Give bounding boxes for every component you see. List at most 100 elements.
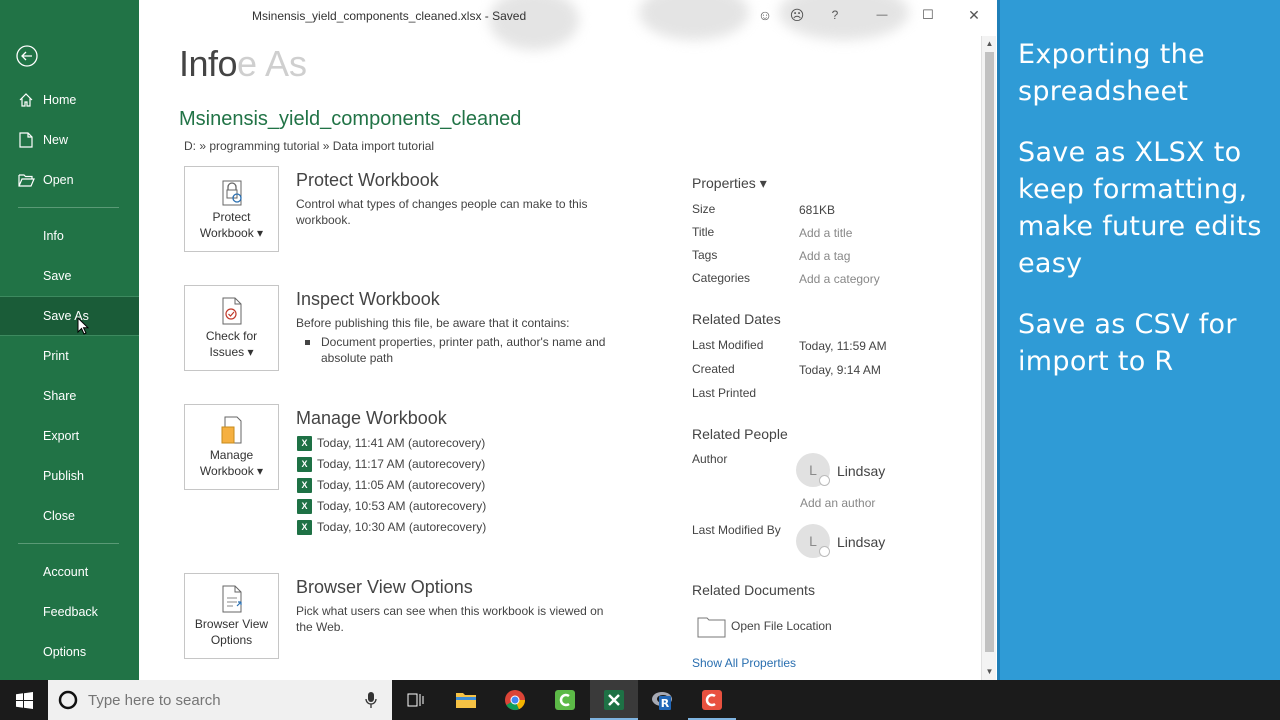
file-name: Msinensis_yield_components_cleaned	[179, 108, 522, 130]
version-item[interactable]: X Today, 11:41 AM (autorecovery)	[297, 433, 485, 453]
new-document-icon	[17, 131, 35, 149]
version-label: Today, 10:53 AM (autorecovery)	[317, 499, 487, 513]
excel-file-icon: X	[297, 477, 312, 493]
window-title: Msinensis_yield_components_cleaned.xlsx …	[252, 9, 527, 23]
modified-by-name[interactable]: Lindsay	[837, 534, 885, 550]
folder-open-icon	[17, 171, 35, 189]
screen-smudge	[489, 0, 579, 50]
version-item[interactable]: X Today, 11:05 AM (autorecovery)	[297, 475, 485, 495]
taskbar-search[interactable]	[48, 680, 392, 720]
inspect-bullet: Document properties, printer path, autho…	[301, 334, 611, 366]
nav-item-account[interactable]: Account	[0, 552, 139, 592]
microphone-icon[interactable]	[365, 691, 377, 709]
maximize-icon[interactable]: ☐	[916, 4, 940, 26]
check-for-issues-button[interactable]: Check for Issues ▾	[184, 285, 279, 371]
title-field[interactable]: Add a title	[799, 226, 852, 240]
button-label: Options	[210, 633, 253, 647]
open-file-location-button[interactable]: Open File Location	[697, 614, 832, 638]
scroll-down-icon[interactable]: ▼	[984, 666, 995, 678]
browser-desc: Pick what users can see when this workbo…	[296, 604, 604, 634]
excel-file-icon: X	[297, 435, 312, 451]
svg-text:R: R	[661, 697, 670, 710]
version-label: Today, 10:30 AM (autorecovery)	[317, 520, 487, 534]
author-name[interactable]: Lindsay	[837, 463, 885, 479]
version-item[interactable]: X Today, 11:17 AM (autorecovery)	[297, 454, 485, 474]
recorder-icon[interactable]	[688, 680, 736, 720]
nav-item-home[interactable]: Home	[0, 80, 139, 120]
frown-feedback-icon[interactable]: ☹	[785, 4, 809, 26]
taskbar: R	[0, 680, 1280, 720]
button-label: Workbook ▾	[199, 464, 264, 478]
button-label: Workbook ▾	[199, 226, 264, 240]
nav-item-info[interactable]: Info	[0, 216, 139, 256]
page-title: Info	[179, 43, 238, 84]
inspect-desc: Before publishing this file, be aware th…	[296, 316, 570, 330]
nav-divider	[18, 543, 119, 544]
windows-icon	[15, 691, 33, 709]
task-view-icon[interactable]	[392, 680, 440, 720]
breadcrumb[interactable]: D: » programming tutorial » Data import …	[184, 139, 434, 153]
lock-icon	[222, 180, 242, 206]
excel-file-icon: X	[297, 498, 312, 514]
screen: Home New Open Info Save Save As Print Sh…	[0, 0, 1280, 720]
camtasia-icon[interactable]	[541, 680, 589, 720]
r-icon[interactable]: R	[639, 680, 687, 720]
search-input[interactable]	[88, 691, 348, 709]
nav-item-publish[interactable]: Publish	[0, 456, 139, 496]
browser-title: Browser View Options	[296, 577, 473, 597]
smile-feedback-icon[interactable]: ☺	[753, 4, 777, 26]
avatar[interactable]: L	[796, 524, 830, 558]
related-dates-heading: Related Dates	[692, 311, 781, 327]
browser-view-options-button[interactable]: Browser View Options	[184, 573, 279, 659]
related-people-heading: Related People	[692, 426, 788, 442]
folder-icon	[697, 617, 726, 638]
nav-item-open[interactable]: Open	[0, 160, 139, 200]
scroll-up-icon[interactable]: ▲	[984, 38, 995, 50]
excel-icon[interactable]	[590, 680, 638, 720]
protect-workbook-button[interactable]: Protect Workbook ▾	[184, 166, 279, 252]
manage-workbook-button[interactable]: Manage Workbook ▾	[184, 404, 279, 490]
add-author-link[interactable]: Add an author	[800, 496, 875, 510]
ghost-heading: e As	[237, 43, 308, 84]
start-button[interactable]	[0, 680, 48, 720]
nav-item-export[interactable]: Export	[0, 416, 139, 456]
annotation-panel: Exporting the spreadsheet Save as XLSX t…	[997, 0, 1280, 680]
avatar[interactable]: L	[796, 453, 830, 487]
tags-field[interactable]: Add a tag	[799, 249, 850, 263]
open-location-label: Open File Location	[731, 619, 832, 633]
nav-item-save-as[interactable]: Save As	[0, 296, 139, 336]
back-arrow-icon[interactable]	[16, 45, 38, 67]
protect-title: Protect Workbook	[296, 170, 439, 190]
nav-item-save[interactable]: Save	[0, 256, 139, 296]
minimize-icon[interactable]: —	[870, 4, 894, 26]
cortana-circle-icon	[58, 690, 78, 710]
related-documents-heading: Related Documents	[692, 582, 815, 598]
home-icon	[17, 91, 35, 109]
chrome-icon[interactable]	[491, 680, 539, 720]
modified-by-label: Last Modified By	[692, 523, 781, 537]
vertical-scrollbar[interactable]: ▲ ▼	[981, 36, 996, 680]
nav-item-share[interactable]: Share	[0, 376, 139, 416]
screen-smudge	[639, 0, 749, 40]
nav-item-print[interactable]: Print	[0, 336, 139, 376]
categories-field[interactable]: Add a category	[799, 272, 880, 286]
inspect-title: Inspect Workbook	[296, 289, 440, 309]
help-icon[interactable]: ?	[823, 4, 847, 26]
version-item[interactable]: X Today, 10:30 AM (autorecovery)	[297, 517, 486, 537]
version-item[interactable]: X Today, 10:53 AM (autorecovery)	[297, 496, 486, 516]
annotation-text: Save as XLSX to keep formatting, make fu…	[1018, 137, 1262, 279]
close-icon[interactable]: ✕	[962, 4, 981, 26]
nav-item-feedback[interactable]: Feedback	[0, 592, 139, 632]
backstage-nav: Home New Open Info Save Save As Print Sh…	[0, 0, 139, 680]
date-label: Created	[692, 362, 735, 376]
show-all-properties-link[interactable]: Show All Properties	[692, 656, 796, 670]
file-explorer-icon[interactable]	[442, 680, 490, 720]
property-label: Categories	[692, 271, 751, 285]
nav-item-new[interactable]: New	[0, 120, 139, 160]
nav-item-options[interactable]: Options	[0, 632, 139, 672]
date-label: Last Printed	[692, 386, 757, 400]
nav-item-close[interactable]: Close	[0, 496, 139, 536]
nav-label: Open	[43, 173, 74, 187]
properties-dropdown[interactable]: Properties ▾	[692, 175, 767, 192]
scroll-thumb[interactable]	[985, 52, 994, 652]
